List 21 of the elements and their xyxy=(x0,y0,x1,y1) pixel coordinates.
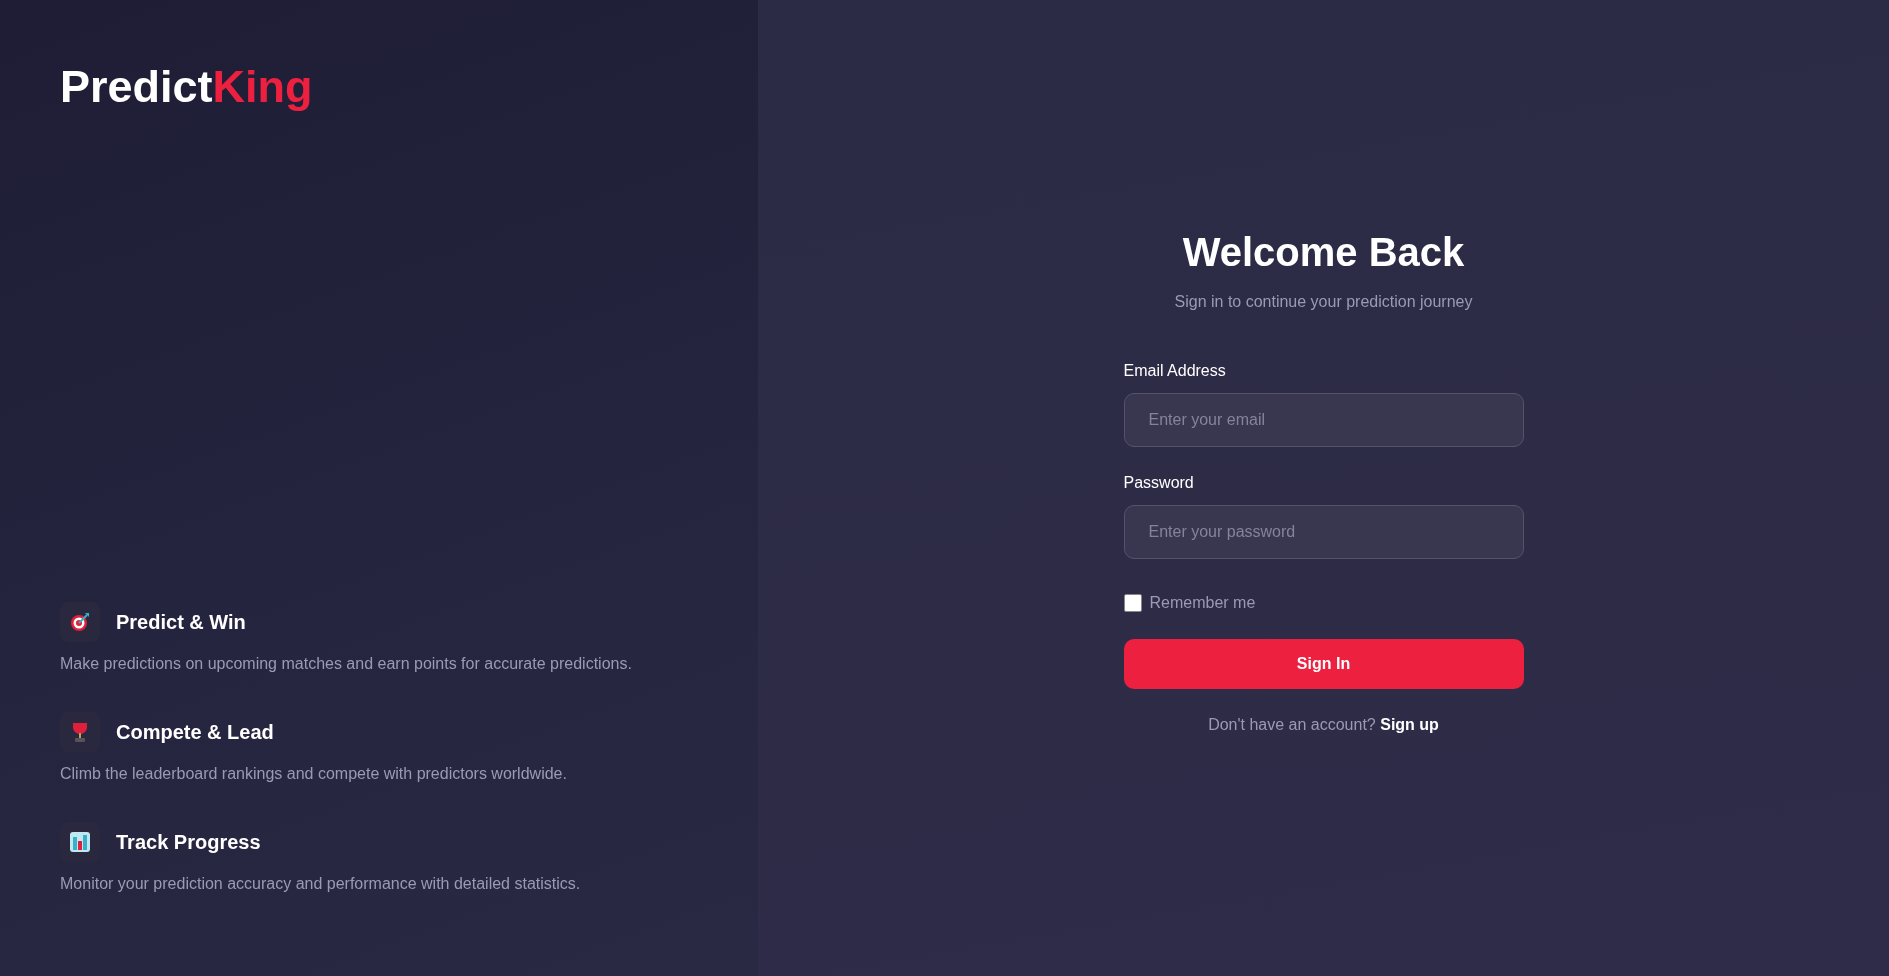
password-field[interactable]: Enter your password xyxy=(1123,505,1524,559)
signup-prompt: Don't have an account? Sign up xyxy=(1207,715,1440,735)
remember-checkbox[interactable] xyxy=(1123,594,1142,612)
feature-title: Predict & Win xyxy=(116,610,246,635)
target-icon xyxy=(69,611,91,633)
checkbox-label: Remember me xyxy=(1149,593,1256,613)
feature-title: Track Progress xyxy=(116,830,261,855)
field-label: Password xyxy=(1123,473,1194,493)
feature-description: Make predictions on upcoming matches and earn points for accurate predictions. xyxy=(60,654,633,674)
logo: PredictKing xyxy=(60,60,313,114)
sign-in-button[interactable]: Sign In xyxy=(1123,639,1524,689)
subtitle: Sign in to continue your prediction journey xyxy=(1173,292,1474,312)
feature-title: Compete & Lead xyxy=(116,720,274,745)
feature-description: Climb the leaderboard rankings and compete with predictors worldwide. xyxy=(60,764,568,784)
feature-description: Monitor your prediction accuracy and performance with detailed statistics. xyxy=(60,874,582,894)
page-title: Welcome Back xyxy=(1181,229,1466,276)
field-label: Email Address xyxy=(1123,361,1226,381)
email-field[interactable]: Enter your email xyxy=(1123,393,1524,447)
trophy-icon xyxy=(70,721,90,743)
signup-link[interactable]: Sign up xyxy=(1380,716,1439,733)
bar-chart-icon xyxy=(69,831,91,853)
